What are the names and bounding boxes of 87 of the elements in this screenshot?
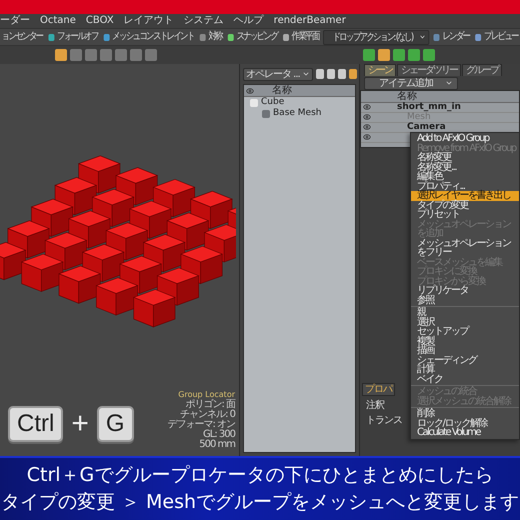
eye-icon[interactable] xyxy=(363,113,371,121)
viewport-info-text: チャンネル: 0 xyxy=(180,410,235,420)
toolbar-button[interactable]: メッシュコンストレイント xyxy=(102,30,196,44)
properties-tab[interactable]: プロパ xyxy=(362,383,395,396)
context-menu-item[interactable]: 選択レイヤーを書き出し xyxy=(411,191,519,200)
menu-item[interactable]: Octane xyxy=(40,15,76,27)
viewport-info-text: ポリゴン: 面 xyxy=(185,400,235,410)
eye-icon[interactable] xyxy=(363,123,371,131)
context-menu-item[interactable]: リプリケータ xyxy=(411,286,519,296)
tool-icon xyxy=(475,34,482,40)
tool-icon xyxy=(200,34,206,40)
tool-icon[interactable] xyxy=(145,49,157,61)
add-item-dropdown[interactable]: アイテム追加 xyxy=(364,76,458,90)
context-menu-item[interactable]: Add to AFxIO Group xyxy=(411,134,519,144)
eye-icon[interactable] xyxy=(363,103,371,111)
menu-item[interactable]: ーダー xyxy=(0,15,30,27)
subtitle-text: Ctrl＋Gでグループロケータの下にひとまとめにしたら xyxy=(26,463,494,488)
menu-item[interactable]: CBOX xyxy=(86,15,114,27)
context-menu-item[interactable]: シェーディング xyxy=(411,356,519,365)
context-menu-item[interactable]: 描画 xyxy=(411,346,519,356)
tool-icon[interactable] xyxy=(393,49,405,61)
caret-icon xyxy=(302,70,310,78)
scene-item[interactable]: Camera xyxy=(407,122,446,133)
outliner-item[interactable]: Cube xyxy=(261,97,284,108)
operator-dropdown[interactable]: オペレータ ... xyxy=(243,68,313,80)
tool-icon[interactable] xyxy=(115,49,127,61)
menu-item[interactable]: renderBeamer xyxy=(274,15,346,27)
tool-icon[interactable] xyxy=(55,49,67,61)
drop-action-dropdown[interactable]: ドロップアクション: (なし) xyxy=(323,30,430,44)
plus-sign: + xyxy=(71,408,89,440)
viewport-info-text: 500 mm xyxy=(199,440,235,450)
tool-icon xyxy=(283,34,289,40)
context-menu-item[interactable]: 名称変更 xyxy=(411,153,519,162)
context-menu-item[interactable]: ベイク xyxy=(411,374,519,384)
toolbar-button[interactable]: フォールオフ xyxy=(46,30,100,44)
context-menu-item[interactable]: タイプの変更 xyxy=(411,200,519,210)
toolbar-button[interactable]: ョンセンター xyxy=(0,30,44,44)
context-menu-item[interactable]: 選択 xyxy=(411,318,519,327)
keyboard-key: Ctrl xyxy=(8,406,64,442)
viewport-info-text: デフォーマ: オン xyxy=(167,420,235,430)
eye-icon xyxy=(246,86,254,94)
tool-icon[interactable] xyxy=(408,49,420,61)
context-menu-item[interactable]: 親 xyxy=(411,308,519,318)
context-menu-item[interactable]: プロパティ... xyxy=(411,182,519,191)
tool-icon[interactable] xyxy=(70,49,82,61)
subtitle-text: タイプの変更 ＞ Meshでグループをメッシュへと変更します xyxy=(0,490,520,515)
context-menu-item[interactable]: Calculate Volume xyxy=(411,428,519,438)
outliner-item[interactable]: Base Mesh xyxy=(273,108,322,119)
caret-icon xyxy=(419,33,426,41)
tool-icon[interactable] xyxy=(85,49,97,61)
tool-icon xyxy=(228,34,234,40)
eye-icon[interactable] xyxy=(363,133,371,141)
scene-item[interactable]: short_mm_in xyxy=(397,102,461,113)
context-menu-item[interactable]: メッシュオペレーションをフリー xyxy=(411,238,519,258)
context-menu-item[interactable]: 編集色 xyxy=(411,172,519,182)
toolbar-button[interactable]: プレビュー xyxy=(474,30,520,44)
viewport-info-text: GL: 300 xyxy=(203,430,235,440)
column-header: 名称 xyxy=(271,85,292,96)
context-menu-item[interactable]: 参照 xyxy=(411,296,519,305)
toolbar-button[interactable]: 対称 xyxy=(198,30,224,44)
tool-icon xyxy=(104,34,110,40)
context-menu-item[interactable]: セットアップ xyxy=(411,327,519,336)
caret-icon xyxy=(445,79,453,87)
context-menu-item[interactable]: 複製 xyxy=(411,336,519,346)
panel-tab[interactable]: グループ xyxy=(462,64,502,76)
context-menu-item[interactable]: プリセット xyxy=(411,210,519,220)
context-menu-item[interactable]: 削除 xyxy=(411,409,519,418)
viewport-info-text: Group Locator xyxy=(178,390,235,399)
panel-tab[interactable]: シェーダツリー xyxy=(397,64,461,76)
context-menu-item[interactable]: 名称変更... xyxy=(411,162,519,172)
menu-item[interactable]: ヘルプ xyxy=(234,15,264,27)
tool-icon[interactable] xyxy=(378,49,390,61)
context-menu-item[interactable]: ロック/ロック解除 xyxy=(411,418,519,428)
tool-icon[interactable] xyxy=(100,49,112,61)
tool-icon xyxy=(48,34,54,40)
toolbar-button[interactable]: レンダー xyxy=(432,30,472,44)
tool-icon[interactable] xyxy=(130,49,142,61)
keyboard-key: G xyxy=(96,406,134,442)
toolbar-button[interactable]: スナッピング xyxy=(226,30,279,44)
context-menu-item[interactable]: 計算 xyxy=(411,365,519,374)
toolbar-button[interactable]: 作業平面 xyxy=(281,30,320,44)
tool-icon xyxy=(434,34,440,40)
tool-icon[interactable] xyxy=(423,49,435,61)
menu-item[interactable]: システム xyxy=(184,15,224,27)
menu-item[interactable]: レイアウト xyxy=(124,15,174,27)
tool-icon[interactable] xyxy=(363,49,375,61)
column-header: 名称 xyxy=(396,91,417,102)
